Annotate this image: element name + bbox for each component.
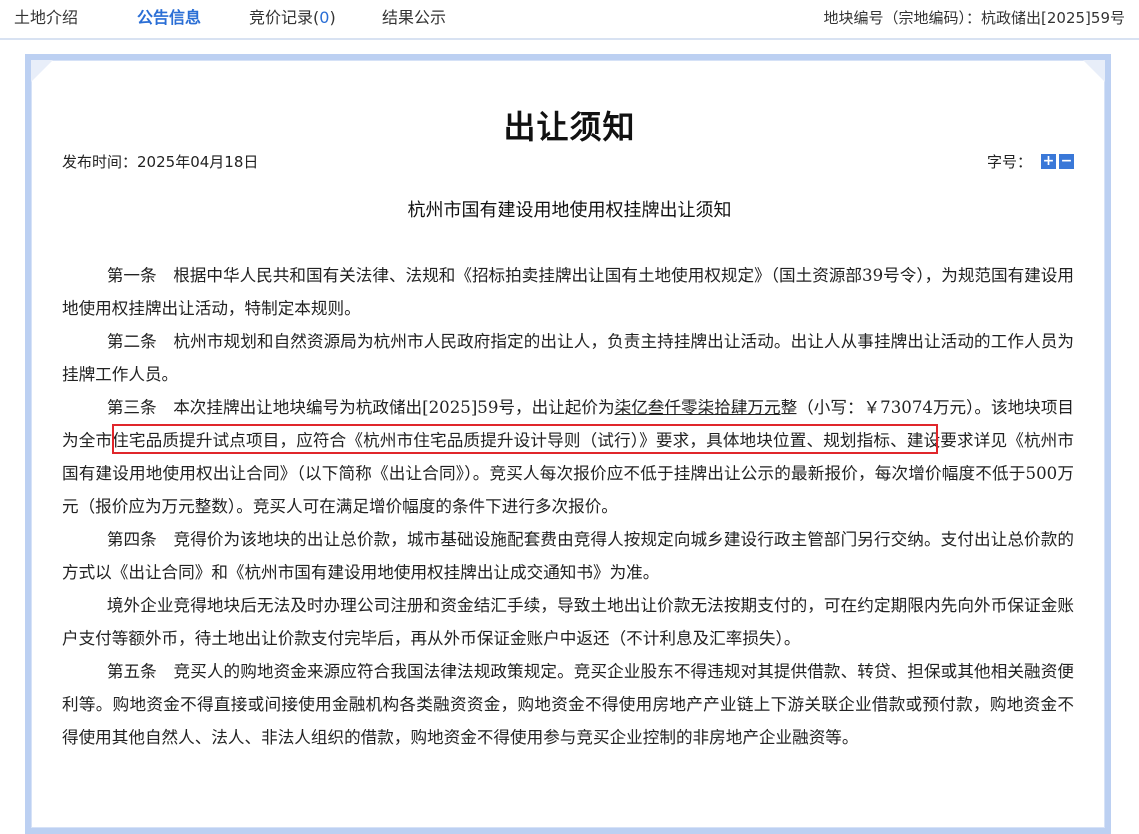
publish-date: 发布时间：2025年04月18日 bbox=[62, 151, 258, 172]
article-2: 第二条 杭州市规划和自然资源局为杭州市人民政府指定的出让人，负责主持挂牌出让活动… bbox=[62, 332, 1074, 384]
parcel-code-info: 地块编号（宗地编码）：杭政储出[2025]59号 bbox=[824, 0, 1125, 38]
tab-result-publicity[interactable]: 结果公示 bbox=[382, 0, 446, 38]
frame-corner-decoration bbox=[1083, 60, 1105, 82]
page-title: 出让须知 bbox=[503, 108, 636, 146]
highlight-annotation-box bbox=[112, 424, 938, 454]
article-4-foreign: 境外企业竞得地块后无法及时办理公司注册和资金结汇手续，导致土地出让价款无法按期支… bbox=[62, 596, 1074, 648]
tab-land-intro[interactable]: 土地介绍 bbox=[14, 0, 78, 38]
notice-body: 第一条 根据中华人民共和国有关法律、法规和《招标拍卖挂牌出让国有土地使用权规定》… bbox=[62, 259, 1074, 754]
font-increase-button[interactable]: + bbox=[1041, 154, 1056, 169]
publish-date-label: 发布时间： bbox=[62, 153, 138, 171]
parcel-code-label: 地块编号（宗地编码）： bbox=[823, 9, 982, 27]
font-decrease-button[interactable]: − bbox=[1059, 154, 1074, 169]
bid-count: 0 bbox=[319, 8, 330, 27]
publish-date-value: 2025年04月18日 bbox=[137, 153, 259, 171]
frame-corner-decoration bbox=[31, 60, 53, 82]
tab-bid-record[interactable]: 竞价记录(0) bbox=[249, 0, 336, 38]
parcel-code-value: 杭政储出[2025]59号 bbox=[981, 9, 1125, 27]
article-3-intro: 第三条 本次挂牌出让地块编号为杭政储出[2025]59号，出让起价为 bbox=[106, 398, 615, 417]
article-1: 第一条 根据中华人民共和国有关法律、法规和《招标拍卖挂牌出让国有土地使用权规定》… bbox=[62, 266, 1074, 318]
article-5: 第五条 竞买人的购地资金来源应符合我国法律法规政策规定。竞买企业股东不得违规对其… bbox=[62, 662, 1074, 747]
font-size-control: 字号： + − bbox=[987, 151, 1074, 172]
tab-notice-info[interactable]: 公告信息 bbox=[137, 0, 201, 38]
tab-bid-record-close: ) bbox=[329, 8, 336, 27]
article-3: 第三条 本次挂牌出让地块编号为杭政储出[2025]59号，出让起价为柒亿叁仟零柒… bbox=[62, 391, 1074, 523]
meta-row: 发布时间：2025年04月18日 字号： + − bbox=[62, 151, 1074, 173]
font-size-label: 字号： bbox=[986, 153, 1032, 171]
notice-subtitle: 杭州市国有建设用地使用权挂牌出让须知 bbox=[407, 200, 732, 221]
article-4: 第四条 竞得价为该地块的出让总价款，城市基础设施配套费由竞得人按规定向城乡建设行… bbox=[62, 530, 1074, 582]
tab-bar: 土地介绍 公告信息 竞价记录(0) 结果公示 地块编号（宗地编码）：杭政储出[2… bbox=[0, 0, 1139, 40]
tab-bid-record-label: 竞价记录( bbox=[249, 8, 320, 27]
starting-price-words: 柒亿叁仟零柒拾肆万元 bbox=[614, 398, 781, 417]
